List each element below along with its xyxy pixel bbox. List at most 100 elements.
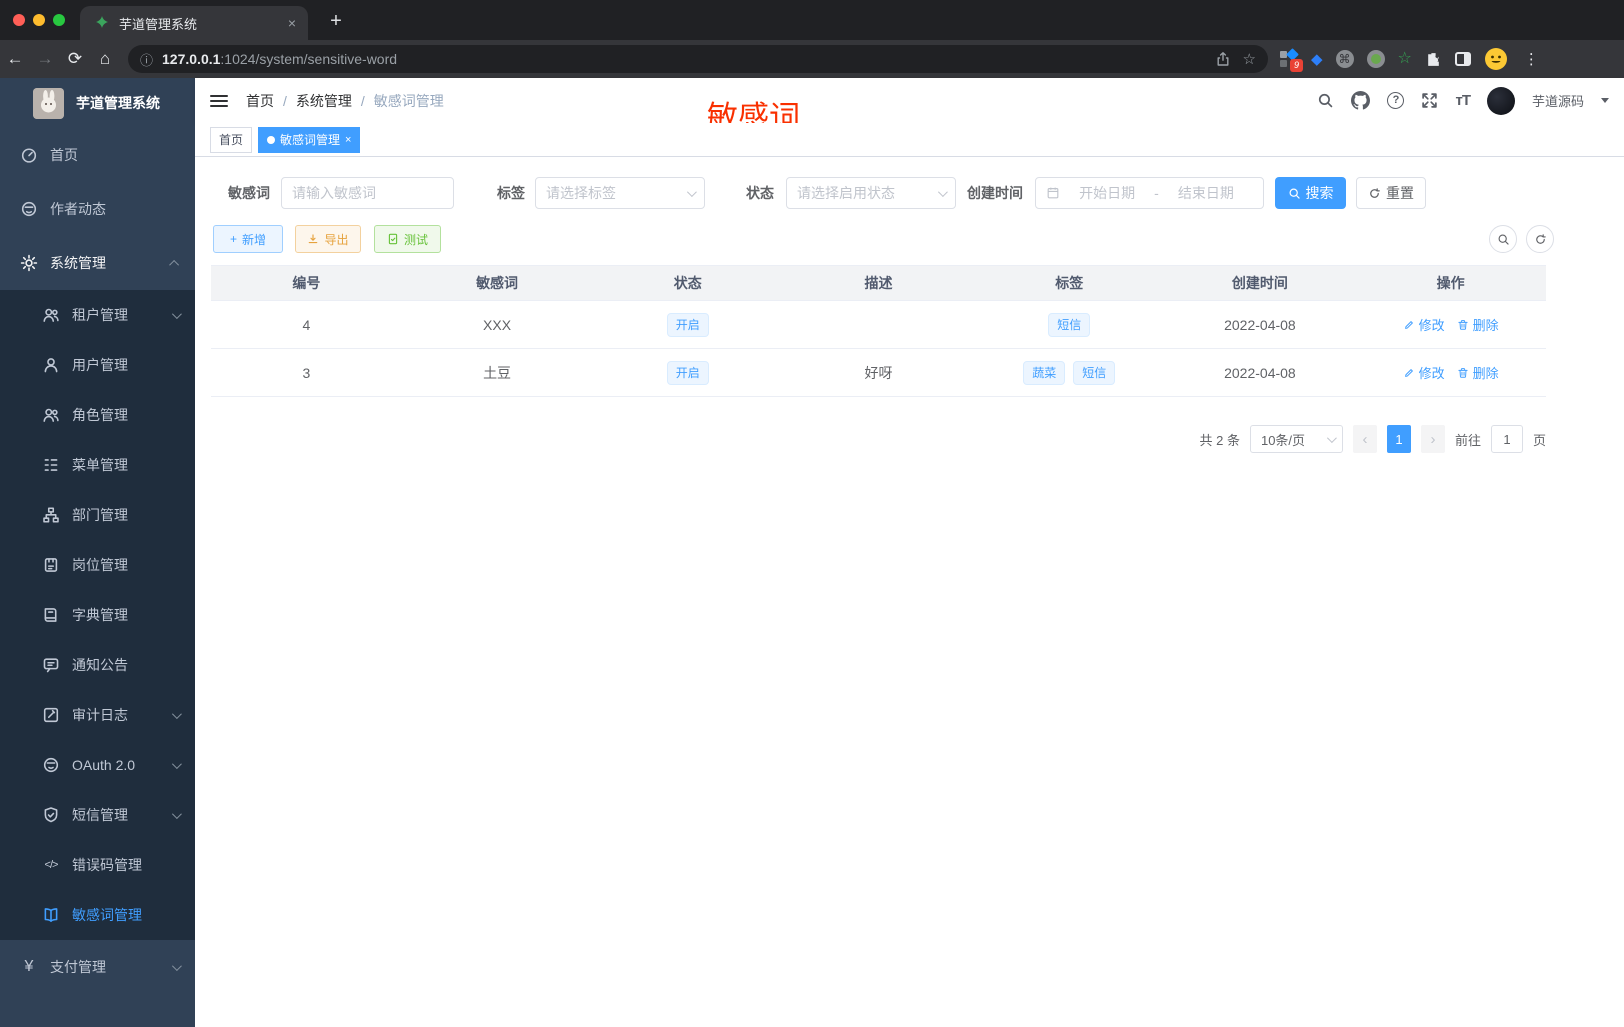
status-badge: 开启 [666,360,709,385]
sidebar-logo[interactable]: 芋道管理系统 [0,78,195,128]
zoom-window-button[interactable] [53,14,65,26]
breadcrumb-home[interactable]: 首页 [246,91,274,111]
status-select[interactable]: 请选择启用状态 [786,177,956,209]
side-panel-icon[interactable] [1454,52,1471,66]
caret-down-icon[interactable] [1601,98,1609,103]
home-icon[interactable]: ⌂ [90,49,120,69]
fullscreen-icon[interactable] [1421,92,1438,109]
back-icon[interactable]: ← [0,49,30,69]
address-bar[interactable]: ⓘ 127.0.0.1 :1024/system/sensitive-word … [128,45,1268,73]
keyword-input[interactable] [281,177,454,209]
status-badge: 开启 [666,312,709,337]
sidebar-item-dict[interactable]: 字典管理 [0,590,195,640]
current-page[interactable]: 1 [1386,425,1411,453]
reload-icon[interactable]: ⟳ [60,49,90,69]
page-size-select[interactable]: 10条/页 [1249,425,1343,453]
help-icon[interactable]: ? [1387,92,1405,109]
breadcrumb-system[interactable]: 系统管理 [296,91,352,111]
tab-title: 芋道管理系统 [119,16,198,32]
export-button[interactable]: 导出 [295,225,361,253]
search-icon[interactable] [1317,92,1334,109]
reset-button[interactable]: 重置 [1356,177,1426,209]
tab-home[interactable]: 首页 [210,126,253,153]
menu-fold-icon[interactable] [210,92,228,110]
date-start-placeholder[interactable]: 开始日期 [1060,183,1154,203]
sidebar-item-menu[interactable]: 菜单管理 [0,440,195,490]
tag-badge: 短信 [1073,360,1116,385]
sidebar-item-notice[interactable]: 通知公告 [0,640,195,690]
date-range-picker[interactable]: 开始日期 - 结束日期 [1035,177,1264,209]
browser-titlebar: 芋道管理系统 × + [0,0,1624,40]
tag-select[interactable]: 请选择标签 [535,177,705,209]
add-button[interactable]: + 新增 [213,225,283,253]
oauth-icon [42,756,60,774]
sidebar-item-post[interactable]: 岗位管理 [0,540,195,590]
search-button[interactable]: 搜索 [1275,177,1346,209]
col-id: 编号 [292,275,321,291]
github-icon[interactable] [1351,91,1371,110]
test-button[interactable]: 测试 [374,225,441,253]
delete-link[interactable]: 删除 [1457,315,1499,334]
sidebar-item-audit-log[interactable]: 审计日志 [0,690,195,740]
refresh-icon [1535,233,1546,244]
minimize-window-button[interactable] [33,14,45,26]
edit-link[interactable]: 修改 [1403,315,1445,334]
chevron-down-icon [171,808,182,819]
logo-rabbit-image [33,87,64,119]
new-tab-button[interactable]: + [322,8,350,36]
extension-grid-icon[interactable]: 9 [1280,48,1303,72]
user-avatar[interactable] [1486,86,1515,115]
forward-icon[interactable]: → [30,49,60,69]
tab-sensitive-word[interactable]: 敏感词管理 × [258,126,361,153]
sidebar-item-role[interactable]: 角色管理 [0,390,195,440]
sidebar-item-error-code[interactable]: </> 错误码管理 [0,840,195,890]
prev-page-button[interactable]: ‹ [1352,425,1377,453]
tab-close-icon[interactable]: × [286,15,298,31]
bookmark-star-icon[interactable]: ☆ [1243,50,1256,68]
refresh-table-button[interactable] [1526,225,1554,253]
sidebar-item-payment[interactable]: ¥ 支付管理 [0,940,195,994]
app-navbar: 首页 / 系统管理 / 敏感词管理 ? тT 芋道源码 [195,78,1624,123]
active-dot-icon [267,135,276,144]
sidebar-item-tenant[interactable]: 租户管理 [0,290,195,340]
puzzle-extension-icon[interactable] [1425,51,1442,68]
export-button-label: 导出 [324,232,349,247]
next-page-button[interactable]: › [1420,425,1445,453]
green-star-extension-icon[interactable]: ☆ [1398,51,1412,67]
command-extension-icon[interactable]: ⌘ [1335,50,1354,68]
share-icon[interactable] [1215,51,1231,67]
close-window-button[interactable] [13,14,25,26]
goto-page-input[interactable] [1490,425,1523,453]
edit-link[interactable]: 修改 [1403,363,1445,382]
sensitive-word-table: 编号 敏感词 状态 描述 标签 创建时间 操作 4 XXX 开启 短信 2022… [211,265,1546,397]
keyword-input-field[interactable] [292,185,443,201]
tab-close-icon[interactable]: × [345,134,351,146]
sidebar-item-sms[interactable]: 短信管理 [0,790,195,840]
kite-extension-icon[interactable]: ◆ [1311,50,1323,68]
main-content: 敏感词 标签 请选择标签 状态 请选择启用状态 创建时间 开始日期 - 结束日期… [195,157,1624,1027]
search-button-label: 搜索 [1305,185,1334,201]
green-dot-extension-icon[interactable] [1366,50,1385,68]
chevron-down-icon [937,186,948,197]
browser-tab[interactable]: 芋道管理系统 × [80,6,308,40]
sidebar-item-system[interactable]: 系统管理 [0,236,195,290]
edit-link-label: 修改 [1418,366,1445,381]
sidebar-item-author-news[interactable]: 作者动态 [0,182,195,236]
date-end-placeholder[interactable]: 结束日期 [1159,183,1253,203]
site-info-icon[interactable]: ⓘ [140,50,153,69]
sidebar-item-oauth[interactable]: OAuth 2.0 [0,740,195,790]
sidebar-item-label: 审计日志 [72,707,128,723]
sidebar-item-user[interactable]: 用户管理 [0,340,195,390]
goto-label: 前往 [1454,432,1481,448]
cell-created: 2022-04-08 [1224,316,1296,333]
delete-link[interactable]: 删除 [1457,363,1499,382]
browser-menu-icon[interactable]: ⋮ [1524,50,1539,68]
sidebar-item-dept[interactable]: 部门管理 [0,490,195,540]
sidebar-item-home[interactable]: 首页 [0,128,195,182]
document-icon [388,233,398,245]
sidebar-item-sensitive-word[interactable]: 敏感词管理 [0,890,195,940]
font-size-icon[interactable]: тT [1455,92,1470,109]
profile-avatar-icon[interactable] [1484,47,1508,71]
pencil-icon [1404,320,1413,329]
show-search-toggle-button[interactable] [1489,225,1517,253]
